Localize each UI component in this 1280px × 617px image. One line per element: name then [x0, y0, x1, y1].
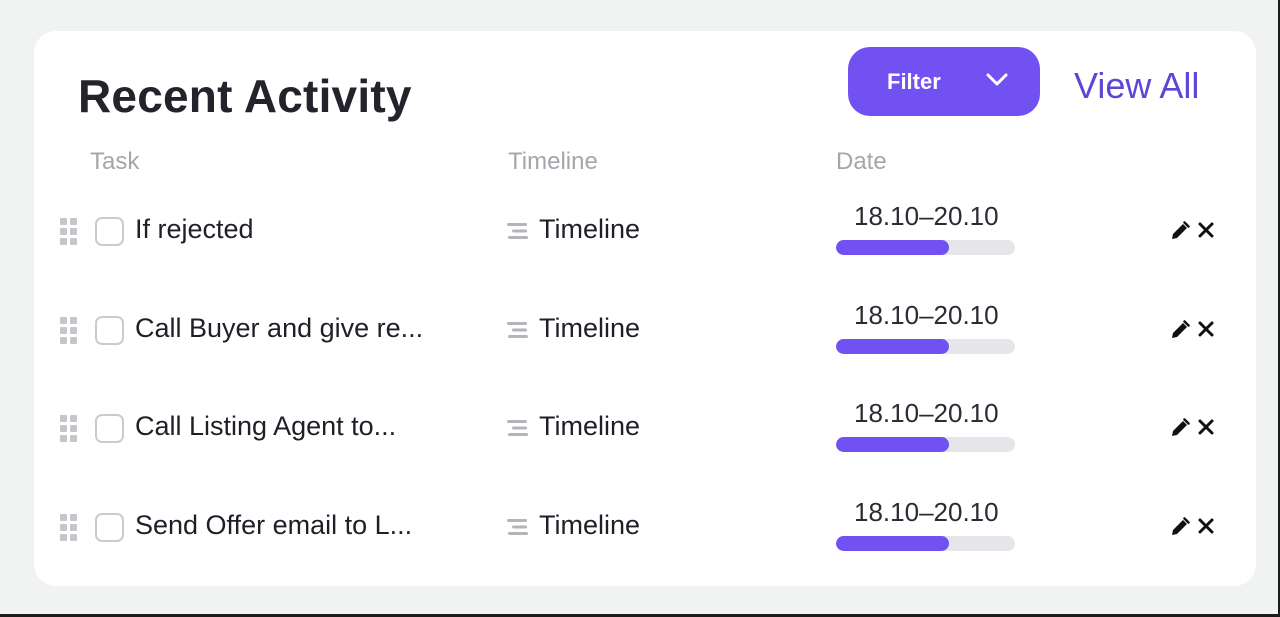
close-icon[interactable]: [1197, 221, 1215, 239]
chevron-down-icon: [986, 73, 1008, 86]
progress-fill: [836, 437, 949, 452]
timeline-label: Timeline: [539, 510, 641, 540]
task-name: Send Offer email to L...: [135, 510, 413, 540]
table-row: Call Buyer and give re... Timeline 18.10…: [34, 296, 1256, 386]
timeline-label: Timeline: [539, 214, 641, 244]
progress-fill: [836, 240, 949, 255]
task-checkbox[interactable]: [95, 316, 124, 345]
close-icon[interactable]: [1197, 320, 1215, 338]
view-all-link[interactable]: View All: [1074, 65, 1199, 107]
progress-bar: [836, 437, 1015, 452]
timeline-label: Timeline: [539, 411, 641, 441]
timeline-icon: [507, 519, 528, 535]
date-range: 18.10–20.10: [854, 398, 999, 428]
edit-icon[interactable]: [1170, 517, 1190, 537]
task-name: Call Listing Agent to...: [135, 411, 397, 441]
column-header-timeline: Timeline: [508, 148, 598, 175]
date-range: 18.10–20.10: [854, 497, 999, 527]
column-header-date: Date: [836, 148, 887, 175]
timeline-icon: [507, 420, 528, 436]
progress-fill: [836, 536, 949, 551]
timeline-icon: [507, 223, 528, 239]
task-name: Call Buyer and give re...: [135, 313, 424, 343]
page-title: Recent Activity: [78, 70, 412, 122]
progress-bar: [836, 240, 1015, 255]
table-row: If rejected Timeline 18.10–20.10: [34, 197, 1256, 287]
progress-bar: [836, 536, 1015, 551]
edit-icon[interactable]: [1170, 418, 1190, 438]
task-name: If rejected: [135, 214, 254, 244]
table-row: Send Offer email to L... Timeline 18.10–…: [34, 493, 1256, 583]
edit-icon[interactable]: [1170, 221, 1190, 241]
timeline-icon: [507, 322, 528, 338]
progress-bar: [836, 339, 1015, 354]
column-header-task: Task: [90, 148, 140, 175]
close-icon[interactable]: [1197, 418, 1215, 436]
progress-fill: [836, 339, 949, 354]
task-checkbox[interactable]: [95, 217, 124, 246]
close-icon[interactable]: [1197, 517, 1215, 535]
timeline-label: Timeline: [539, 313, 641, 343]
drag-handle-icon[interactable]: [60, 317, 78, 345]
table-row: Call Listing Agent to... Timeline 18.10–…: [34, 394, 1256, 484]
drag-handle-icon[interactable]: [60, 415, 78, 443]
drag-handle-icon[interactable]: [60, 218, 78, 246]
edit-icon[interactable]: [1170, 320, 1190, 340]
task-checkbox[interactable]: [95, 414, 124, 443]
recent-activity-card: Recent Activity Filter View All Task Tim…: [34, 31, 1256, 586]
drag-handle-icon[interactable]: [60, 514, 78, 542]
date-range: 18.10–20.10: [854, 201, 999, 231]
date-range: 18.10–20.10: [854, 300, 999, 330]
task-checkbox[interactable]: [95, 513, 124, 542]
filter-button[interactable]: Filter: [848, 47, 1040, 116]
filter-button-label: Filter: [887, 69, 941, 94]
